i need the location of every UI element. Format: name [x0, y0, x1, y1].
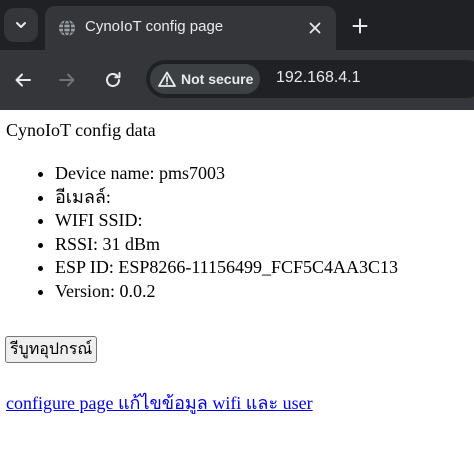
site-security-chip[interactable]: Not secure — [150, 64, 260, 94]
reload-button[interactable] — [98, 65, 128, 95]
back-arrow-icon — [15, 73, 31, 87]
forward-button[interactable] — [52, 65, 82, 95]
warning-triangle-icon — [158, 71, 176, 87]
wifi-ssid-item: WIFI SSID: — [55, 209, 398, 233]
email-item: อีเมลล์: — [55, 186, 398, 210]
back-button[interactable] — [8, 65, 38, 95]
tab-search-button[interactable] — [4, 8, 38, 42]
chevron-down-icon — [16, 22, 26, 28]
rssi-item: RSSI: 31 dBm — [55, 233, 398, 257]
new-tab-button[interactable] — [346, 12, 374, 40]
address-bar[interactable]: Not secure 192.168.4.1 — [146, 60, 474, 98]
version-item: Version: 0.0.2 — [55, 280, 398, 304]
esp-id-item: ESP ID: ESP8266-11156499_FCF5C4AA3C13 — [55, 256, 398, 280]
browser-chrome: CynoIoT config page Not secure 192.168.4… — [0, 0, 474, 110]
reload-icon — [106, 72, 121, 87]
page-heading: CynoIoT config data — [6, 120, 156, 140]
plus-icon — [352, 18, 368, 34]
tab-close-button[interactable] — [304, 17, 326, 39]
tab-title: CynoIoT config page — [85, 18, 224, 35]
navigation-toolbar: Not secure 192.168.4.1 — [0, 50, 474, 110]
url-text[interactable]: 192.168.4.1 — [276, 69, 361, 87]
reboot-device-button[interactable]: รีบูทอุปกรณ์ — [5, 336, 98, 363]
forward-arrow-icon — [59, 73, 75, 87]
device-name-item: Device name: pms7003 — [55, 162, 398, 186]
close-icon — [309, 22, 321, 34]
tab-strip: CynoIoT config page — [0, 0, 474, 50]
not-secure-label: Not secure — [181, 71, 254, 87]
page-content: CynoIoT config data Device name: pms7003… — [0, 110, 474, 456]
device-info-list: Device name: pms7003 อีเมลล์: WIFI SSID:… — [55, 162, 398, 303]
globe-icon — [59, 19, 75, 37]
configure-page-link[interactable]: configure page แก้ไขข้อมูล wifi และ user — [6, 388, 313, 417]
active-tab[interactable]: CynoIoT config page — [45, 6, 336, 50]
